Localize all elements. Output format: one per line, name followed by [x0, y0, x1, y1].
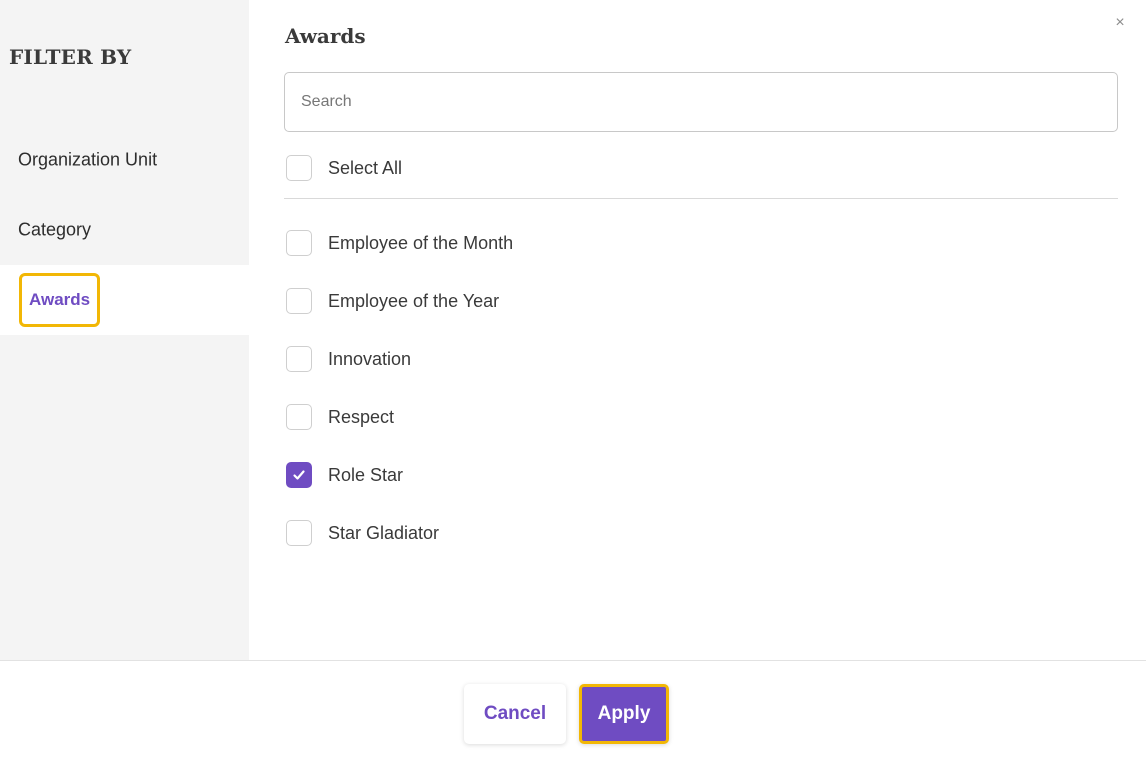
option-row[interactable]: Innovation	[286, 345, 411, 373]
select-all-label: Select All	[328, 157, 403, 178]
search-input[interactable]	[284, 72, 1118, 132]
checkmark-icon	[293, 470, 305, 480]
option-label: Employee of the Year	[328, 290, 500, 311]
select-all-checkbox[interactable]	[286, 155, 312, 181]
option-checkbox[interactable]	[286, 520, 312, 546]
option-label: Role Star	[328, 464, 404, 485]
option-row[interactable]: Role Star	[286, 461, 403, 489]
option-checkbox[interactable]	[286, 230, 312, 256]
filter-dialog: FILTER BY Organization Unit Category Awa…	[0, 0, 1146, 757]
option-checkbox-checked[interactable]	[286, 462, 312, 488]
option-row[interactable]: Respect	[286, 403, 394, 431]
dialog-footer: Cancel Apply	[0, 660, 1146, 757]
option-label: Star Gladiator	[328, 522, 440, 543]
sidebar-item-awards[interactable]: Awards	[0, 265, 249, 335]
sidebar-item-label: Category	[18, 219, 92, 240]
sidebar-item-label: Awards	[19, 273, 101, 327]
sidebar-item-organization-unit[interactable]: Organization Unit	[0, 125, 249, 195]
option-label: Respect	[328, 406, 395, 427]
select-all-row[interactable]: Select All	[286, 154, 402, 182]
sidebar-title: FILTER BY	[9, 45, 132, 69]
option-checkbox[interactable]	[286, 346, 312, 372]
option-label: Innovation	[328, 348, 412, 369]
apply-button[interactable]: Apply	[579, 684, 669, 744]
close-icon[interactable]: ×	[1111, 14, 1129, 32]
filter-panel: Awards × Select All Employee of the Mont…	[249, 0, 1146, 660]
sidebar-item-label: Organization Unit	[18, 149, 158, 170]
sidebar-item-category[interactable]: Category	[0, 195, 249, 265]
panel-title: Awards	[285, 24, 366, 48]
option-row[interactable]: Star Gladiator	[286, 519, 439, 547]
option-checkbox[interactable]	[286, 404, 312, 430]
option-row[interactable]: Employee of the Year	[286, 287, 499, 315]
option-label: Employee of the Month	[328, 232, 514, 253]
filter-sidebar: FILTER BY Organization Unit Category Awa…	[0, 0, 249, 660]
option-row[interactable]: Employee of the Month	[286, 229, 513, 257]
option-checkbox[interactable]	[286, 288, 312, 314]
cancel-button[interactable]: Cancel	[464, 684, 566, 744]
divider	[284, 198, 1118, 199]
